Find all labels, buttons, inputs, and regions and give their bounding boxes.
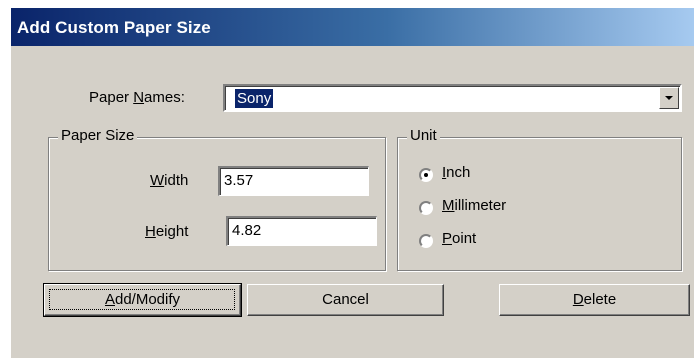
paper-names-value[interactable]: Sony	[235, 89, 274, 108]
height-input[interactable]: 4.82	[226, 216, 377, 246]
radio-inch[interactable]	[419, 168, 433, 182]
title-bar[interactable]: Add Custom Paper Size	[11, 8, 694, 46]
unit-group: Unit	[397, 127, 682, 271]
paper-size-group-title: Paper Size	[58, 127, 138, 144]
height-label: Height	[145, 223, 189, 240]
radio-inch-label[interactable]: Inch	[442, 164, 470, 181]
radio-millimeter-label[interactable]: Millimeter	[442, 197, 506, 214]
dropdown-button[interactable]	[659, 87, 679, 109]
focus-rectangle	[49, 289, 235, 310]
unit-group-title: Unit	[407, 127, 440, 144]
paper-names-combobox[interactable]: Sony	[223, 84, 682, 112]
width-input[interactable]: 3.57	[218, 166, 369, 196]
cancel-button[interactable]: Cancel	[247, 284, 444, 316]
paper-names-label: Paper Names:	[89, 89, 185, 106]
add-custom-paper-size-dialog: Add Custom Paper Size Paper Names: Sony …	[11, 8, 694, 358]
delete-button[interactable]: Delete	[499, 284, 690, 316]
window-title: Add Custom Paper Size	[17, 18, 211, 37]
radio-point[interactable]	[419, 234, 433, 248]
paper-size-group: Paper Size	[48, 127, 386, 271]
radio-millimeter[interactable]	[419, 201, 433, 215]
chevron-down-icon	[665, 96, 673, 100]
radio-point-label[interactable]: Point	[442, 230, 476, 247]
width-label: Width	[150, 172, 189, 189]
radio-selected-dot	[424, 173, 428, 177]
add-modify-button[interactable]: Add/Modify	[43, 283, 242, 317]
